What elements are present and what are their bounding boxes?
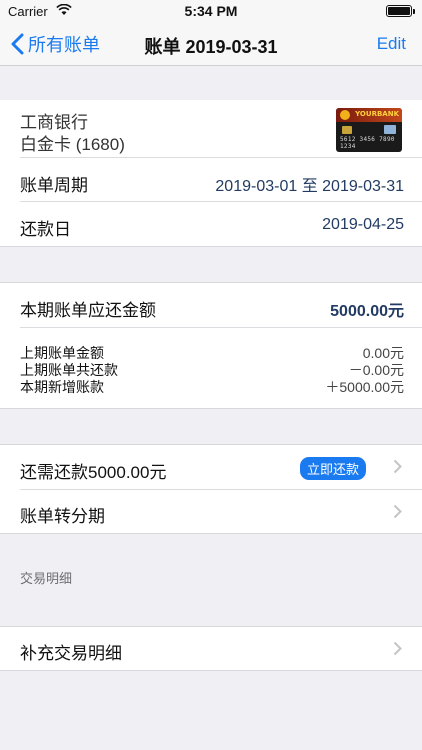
back-button-label: 所有账单 xyxy=(28,35,100,55)
new-charges-value: ＋5000.00元 xyxy=(325,379,404,395)
card-brand: YOURBANK xyxy=(355,110,399,118)
card-chip-icon xyxy=(342,126,352,134)
navigation-bar: 所有账单 账单 2019-03-31 Edit xyxy=(0,22,422,66)
amount-due-label: 本期账单应还金额 xyxy=(20,301,156,320)
card-name: 白金卡 (1680) xyxy=(20,135,125,154)
period-value: 2019-03-01 至 2019-03-31 xyxy=(215,178,404,195)
installment-row[interactable]: 账单转分期 xyxy=(0,489,422,534)
status-time: 5:34 PM xyxy=(184,3,238,19)
chevron-right-icon xyxy=(393,504,402,519)
due-date-value: 2019-04-25 xyxy=(322,216,404,233)
divider xyxy=(20,201,422,202)
card-hologram-icon xyxy=(384,125,396,134)
period-label: 账单周期 xyxy=(20,176,88,195)
new-charges-label: 本期新增账款 xyxy=(20,379,104,395)
add-transactions-row[interactable]: 补充交易明细 xyxy=(0,626,422,671)
edit-button[interactable]: Edit xyxy=(377,34,406,54)
chevron-left-icon xyxy=(11,33,24,55)
installment-label: 账单转分期 xyxy=(20,507,105,526)
repay-label: 还需还款5000.00元 xyxy=(20,463,167,482)
bank-logo-icon xyxy=(340,110,350,120)
status-bar: Carrier 5:34 PM xyxy=(0,0,422,22)
repay-row[interactable]: 还需还款5000.00元 立即还款 xyxy=(0,444,422,489)
due-date-label: 还款日 xyxy=(20,220,71,239)
back-button[interactable]: 所有账单 xyxy=(10,32,100,56)
divider xyxy=(20,157,422,158)
bank-card-image: YOURBANK 5612 3456 7890 1234 xyxy=(336,108,402,152)
chevron-right-icon xyxy=(393,641,402,656)
pay-now-button[interactable]: 立即还款 xyxy=(299,457,366,480)
chevron-right-icon xyxy=(393,459,402,474)
transactions-section-header: 交易明细 xyxy=(20,571,73,586)
amount-due-value: 5000.00元 xyxy=(330,303,404,320)
add-transactions-label: 补充交易明细 xyxy=(20,644,122,663)
divider xyxy=(20,327,422,328)
card-number: 5612 3456 7890 1234 xyxy=(340,136,395,150)
battery-icon xyxy=(386,5,415,17)
